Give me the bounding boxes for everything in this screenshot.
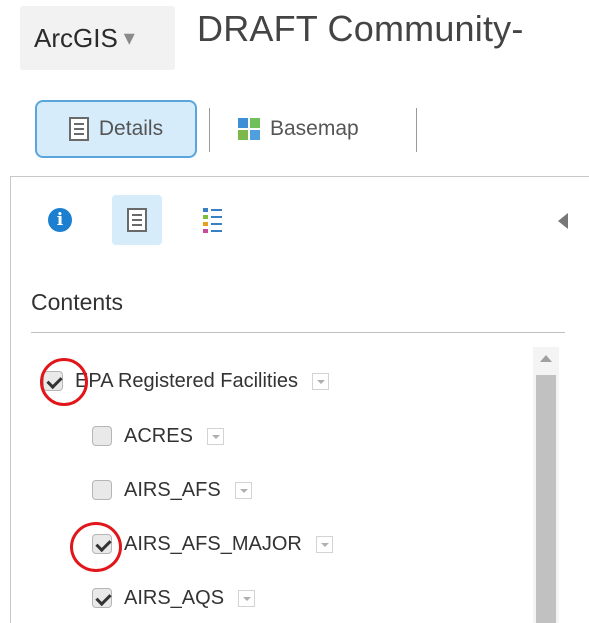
scrollbar[interactable] [533,347,559,623]
page-title: DRAFT Community- [197,8,524,49]
details-icon [127,208,147,232]
panel-tabs: i [11,195,589,245]
layer-checkbox[interactable] [92,588,112,608]
basemap-label: Basemap [270,117,359,140]
toolbar-divider [209,108,210,152]
divider [31,332,565,333]
arcgis-menu-button[interactable]: ArcGIS ▾ [20,6,175,70]
layer-item: EPA Registered Facilities [43,363,330,399]
details-button[interactable]: Details [35,100,197,158]
basemap-button[interactable]: Basemap [228,100,408,158]
layer-item: AIRS_AFS_MAJOR [92,526,333,562]
layer-item: ACRES [92,418,224,454]
layer-checkbox[interactable] [92,480,112,500]
contents-panel: i Contents EPA Registered Facilities ACR… [10,176,589,623]
layer-item: AIRS_AFS [92,472,252,508]
scroll-up-icon[interactable] [540,355,552,362]
layer-options-dropdown-icon[interactable] [206,427,224,445]
layer-label: AIRS_AFS [124,478,221,501]
layer-options-dropdown-icon[interactable] [312,372,330,390]
layer-label: AIRS_AFS_MAJOR [124,532,302,555]
details-icon [68,117,89,141]
toolbar-divider [416,108,417,152]
tab-about[interactable]: i [35,195,85,245]
layer-checkbox[interactable] [92,426,112,446]
layer-options-dropdown-icon[interactable] [238,589,256,607]
layer-checkbox[interactable] [92,534,112,554]
scrollbar-thumb[interactable] [536,375,556,623]
layer-checkbox[interactable] [43,371,63,391]
layer-label: ACRES [124,424,193,447]
chevron-down-icon: ▾ [123,25,135,50]
layer-label: EPA Registered Facilities [75,369,299,392]
contents-heading: Contents [31,289,124,315]
info-icon: i [48,208,72,232]
toolbar: Details Basemap [0,96,589,164]
layer-item: AIRS_AQS [92,580,256,616]
tab-legend[interactable] [187,195,237,245]
collapse-panel-icon[interactable] [558,213,568,229]
layer-options-dropdown-icon[interactable] [234,481,252,499]
basemap-icon [238,118,260,140]
arcgis-label: ArcGIS [34,22,118,53]
layer-list: EPA Registered Facilities ACRES AIRS_AFS… [11,347,551,623]
details-label: Details [98,117,164,140]
layer-label: AIRS_AQS [124,586,225,609]
legend-icon [202,207,222,233]
tab-contents[interactable] [112,195,162,245]
layer-options-dropdown-icon[interactable] [315,535,333,553]
header: ArcGIS ▾ DRAFT Community- [0,0,589,80]
